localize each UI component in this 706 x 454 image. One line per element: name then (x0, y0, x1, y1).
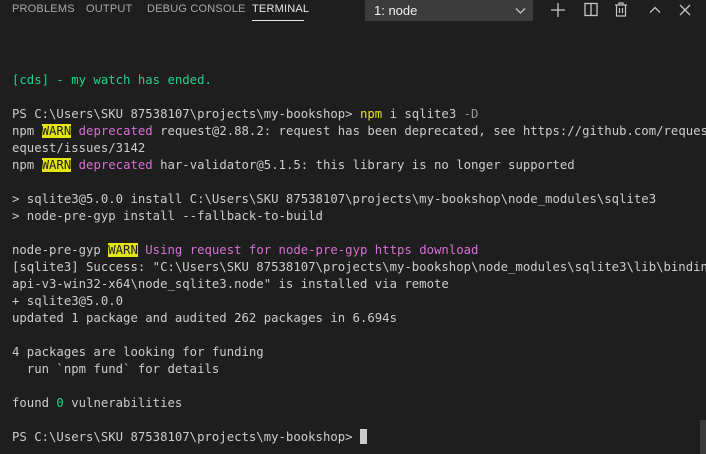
deprecated-label: deprecated (71, 124, 153, 138)
warn-line-har-validator: npm WARN deprecated har-validator@5.1.5:… (12, 157, 575, 174)
tab-terminal[interactable]: TERMINAL (252, 3, 309, 15)
added-package-line: + sqlite3@5.0.0 (12, 294, 124, 308)
funding-line: 4 packages are looking for funding (12, 345, 264, 359)
deprecated-label: deprecated (71, 158, 153, 172)
sqlite-success-line-cont: api-v3-win32-x64\node_sqlite3.node" is i… (12, 277, 449, 291)
trash-icon[interactable] (610, 0, 632, 20)
install-script-line: > sqlite3@5.0.0 install C:\Users\SKU 875… (12, 192, 657, 206)
command-line: PS C:\Users\SKU 87538107\projects\my-boo… (12, 106, 478, 123)
plus-icon[interactable] (547, 0, 569, 20)
audit-summary-line: updated 1 package and audited 262 packag… (12, 311, 397, 325)
chevron-down-icon (515, 8, 526, 14)
terminal-cursor (359, 429, 367, 444)
tab-debug-console[interactable]: DEBUG CONSOLE (147, 3, 246, 15)
terminal-select-value: 1: node (374, 3, 418, 18)
node-pre-gyp-warn-line: node-pre-gyp WARN Using request for node… (12, 242, 478, 259)
warn-message: request@2.88.2: request has been depreca… (152, 124, 706, 138)
command-flag: -D (463, 107, 479, 121)
tab-problems[interactable]: PROBLEMS (12, 3, 75, 15)
warn-badge: WARN (108, 243, 138, 257)
vulnerabilities-line: found 0 vulnerabilities (12, 395, 182, 412)
warn-message: har-validator@5.1.5: this library is no … (152, 158, 575, 172)
chevron-up-icon[interactable] (644, 0, 666, 20)
warn-line-request-cont: equest/issues/3142 (12, 141, 146, 155)
tab-output[interactable]: OUTPUT (86, 3, 132, 15)
warn-badge: WARN (41, 158, 72, 172)
npm-prefix: npm (12, 124, 42, 138)
prompt: PS C:\Users\SKU 87538107\projects\my-boo… (12, 107, 360, 121)
warn-message: Using request for node-pre-gyp https dow… (137, 243, 479, 257)
panel-header: PROBLEMS OUTPUT DEBUG CONSOLE TERMINAL 1… (0, 0, 706, 22)
sqlite-success-line: [sqlite3] Success: "C:\Users\SKU 8753810… (12, 260, 706, 274)
vulnerability-count: 0 (56, 396, 64, 410)
command-args: i sqlite3 (382, 107, 464, 121)
close-icon[interactable] (674, 0, 696, 20)
terminal-select[interactable]: 1: node (365, 0, 533, 21)
terminal-output[interactable]: [cds] - my watch has ended. PS C:\Users\… (0, 22, 706, 454)
vuln-text: found (12, 396, 57, 410)
command-name: npm (359, 107, 383, 121)
cds-watch-ended-line: [cds] - my watch has ended. (12, 73, 212, 87)
node-pre-gyp-line: > node-pre-gyp install --fallback-to-bui… (12, 209, 323, 223)
vuln-text: vulnerabilities (63, 396, 183, 410)
npm-prefix: npm (12, 158, 42, 172)
npm-fund-hint-line: run `npm fund` for details (12, 362, 220, 376)
active-tab-indicator (252, 20, 304, 21)
warn-line-request: npm WARN deprecated request@2.88.2: requ… (12, 123, 706, 140)
warn-badge: WARN (41, 124, 72, 138)
node-pre-gyp-prefix: node-pre-gyp (12, 243, 109, 257)
current-prompt-line[interactable]: PS C:\Users\SKU 87538107\projects\my-boo… (12, 429, 367, 446)
split-terminal-icon[interactable] (580, 0, 602, 20)
prompt: PS C:\Users\SKU 87538107\projects\my-boo… (12, 430, 360, 444)
